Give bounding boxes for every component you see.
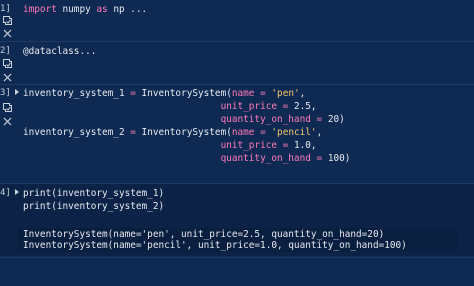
code-token: name [231, 127, 255, 138]
code-token: unit_price [220, 140, 278, 151]
cell-prompt: 3] [0, 88, 11, 98]
chevron-right-icon[interactable] [14, 189, 20, 195]
code-line[interactable]: @dataclass... [23, 46, 96, 57]
run-by-line-icon[interactable] [2, 15, 13, 26]
code-token: @dataclass... [23, 46, 97, 57]
cell-divider [0, 257, 474, 258]
code-token: quantity_on_hand [220, 153, 311, 164]
code-cell-4[interactable]: 4] print(inventory_system_1) print(inven… [0, 184, 474, 256]
code-token: quantity_on_hand [220, 114, 311, 125]
code-line[interactable]: quantity_on_hand = 100) [23, 153, 351, 164]
cell-divider [0, 84, 474, 85]
cell-prompt: 4] [0, 188, 11, 198]
code-cell-1[interactable]: 1] import numpy as np ... [0, 0, 474, 40]
code-token: InventorySystem( [135, 127, 232, 138]
code-token: 'pen' [271, 88, 300, 99]
close-icon[interactable] [2, 116, 13, 127]
code-line[interactable]: print(inventory_system_2) [23, 201, 164, 212]
cell-gutter: 3] [0, 88, 18, 178]
code-line[interactable]: inventory_system_2 = InventorySystem(nam… [23, 127, 322, 138]
code-token: numpy [56, 4, 97, 15]
chevron-right-icon[interactable] [14, 89, 20, 95]
code-token: import [23, 4, 57, 15]
code-token: , [316, 127, 323, 138]
code-token: 20) [322, 114, 345, 125]
close-icon[interactable] [2, 72, 13, 83]
code-token: InventorySystem( [135, 88, 232, 99]
code-token: inventory_system_1 [23, 88, 131, 99]
code-token: inventory_system_2 [23, 127, 131, 138]
code-token: unit_price [220, 101, 278, 112]
code-token: 'pencil' [271, 127, 317, 138]
close-icon[interactable] [2, 28, 13, 39]
code-line[interactable]: import numpy as np ... [23, 4, 147, 15]
run-by-line-icon[interactable] [2, 58, 13, 69]
code-token: np ... [107, 4, 148, 15]
code-cell-2[interactable]: 2] @dataclass... [0, 42, 474, 84]
code-line[interactable]: unit_price = 2.5, [23, 101, 317, 112]
code-token: print(inventory_system_2) [23, 201, 165, 212]
code-token: , [299, 88, 306, 99]
code-line[interactable]: unit_price = 1.0, [23, 140, 317, 151]
code-line[interactable]: quantity_on_hand = 20) [23, 114, 345, 125]
code-line[interactable]: inventory_system_1 = InventorySystem(nam… [23, 88, 305, 99]
code-token: print(inventory_system_1) [23, 188, 165, 199]
cell-output: InventorySystem(name='pen', unit_price=2… [18, 228, 458, 252]
code-token: as [96, 4, 108, 15]
cell-gutter: 2] [0, 46, 18, 82]
code-token: 1.0, [288, 140, 317, 151]
code-token: 100) [322, 153, 351, 164]
cell-gutter: 1] [0, 4, 18, 40]
code-line[interactable]: print(inventory_system_1) [23, 188, 164, 199]
cell-prompt: 2] [0, 46, 11, 56]
output-line: InventorySystem(name='pen', unit_price=2… [23, 229, 385, 240]
run-by-line-icon[interactable] [2, 102, 13, 113]
cell-prompt: 1] [0, 4, 11, 14]
code-cell-3[interactable]: 3] inventory_system_1 = InventorySystem(… [0, 86, 474, 182]
output-line: InventorySystem(name='pencil', unit_pric… [23, 240, 407, 251]
code-token: name [231, 88, 255, 99]
code-token: 2.5, [288, 101, 317, 112]
